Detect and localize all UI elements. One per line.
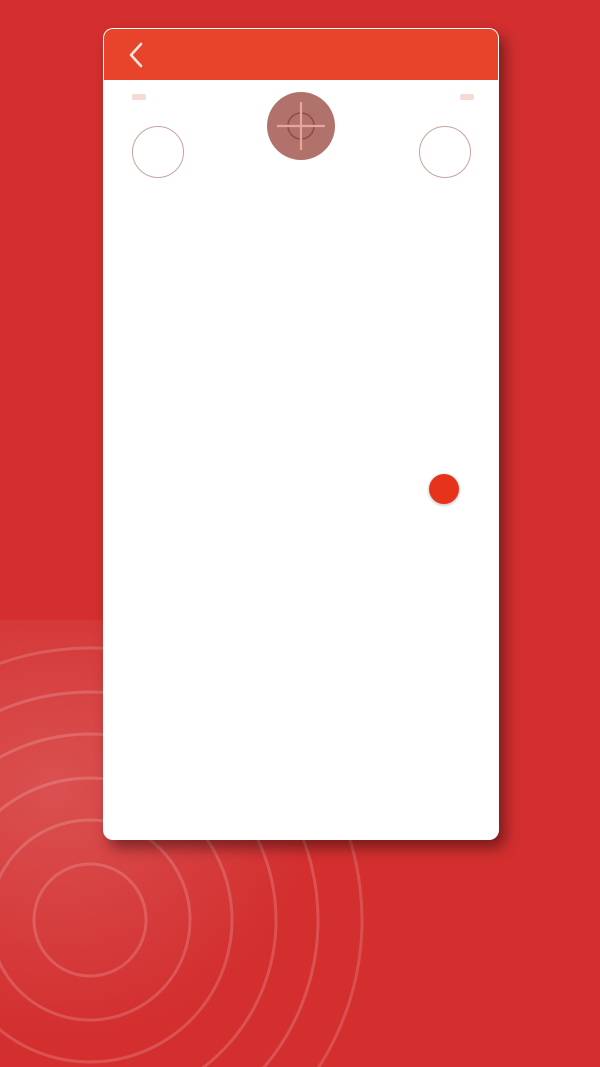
compass-controls [104, 80, 498, 192]
luopan-compass-dial[interactable] [131, 186, 471, 526]
direction-degree-badge [460, 94, 474, 100]
crosshair-target-icon [277, 102, 325, 150]
screenshot-stage [0, 0, 600, 1067]
phone-screen-card [103, 28, 499, 840]
heaven-cross-button[interactable] [132, 126, 184, 178]
back-button[interactable] [118, 29, 152, 80]
sitting-facing-badge [132, 94, 146, 100]
luopan-compass[interactable] [131, 186, 471, 526]
lock-button[interactable] [419, 126, 471, 178]
crosshair-target-button[interactable] [267, 92, 335, 160]
chevron-left-icon [129, 42, 142, 67]
app-header [104, 29, 498, 80]
compass-fab-badge[interactable] [429, 474, 459, 504]
